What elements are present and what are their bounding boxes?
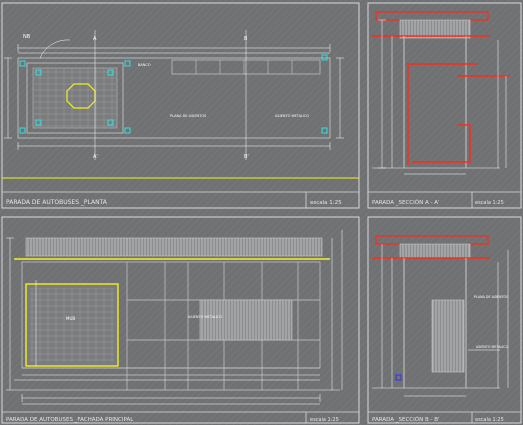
label-asiento-metalico-fachada: ASIENTO METALICO: [188, 315, 222, 319]
cad-drawing-canvas: PARADA DE AUTOBUSES _PLANTA escala 1:25: [0, 0, 523, 425]
section-mark-a: A: [93, 36, 97, 42]
section-b-roof-grate: [400, 244, 470, 258]
section-mark-b: B: [244, 36, 248, 42]
panel-fachada-title: PARADA DE AUTOBUSES _FACHADA PRINCIPAL: [6, 417, 134, 423]
label-mub: MUB: [66, 316, 75, 321]
label-asiento-metalico-b: ASIENTO METALICO: [476, 345, 509, 349]
plan-left-cabin-grid: [33, 68, 117, 128]
label-plana-asientos-b: PLANA DE ASIENTOS: [474, 295, 508, 299]
label-asiento-metalico: ASIENTO METALICO: [275, 114, 309, 118]
section-mark-a2: A': [93, 154, 98, 160]
panel-planta-scale: escala 1:25: [310, 200, 342, 206]
facade-ad-panel-grid: [30, 288, 114, 362]
panel-seccion-a-title: PARADA _SECCIÓN A - A': [372, 199, 439, 206]
section-mark-b2: B': [244, 154, 249, 160]
panel-seccion-b-title: PARADA _SECCIÓN B - B': [372, 416, 440, 423]
section-b-bench-grate-pattern: [432, 300, 464, 372]
label-banco: BANCO: [138, 63, 151, 67]
facade-roof-grate-pattern: [26, 238, 322, 256]
label-nb: NB: [23, 34, 31, 40]
panel-planta-title: PARADA DE AUTOBUSES _PLANTA: [6, 199, 108, 206]
panel-seccion-b-scale: escala 1:25: [475, 417, 504, 423]
panel-fachada-scale: escala 1:25: [310, 417, 339, 423]
panel-seccion-a-scale: escala 1:25: [475, 200, 504, 206]
label-plana-asientos: PLANA DE ASIENTOS: [170, 114, 207, 118]
facade-bench-grate-pattern: [200, 300, 292, 340]
